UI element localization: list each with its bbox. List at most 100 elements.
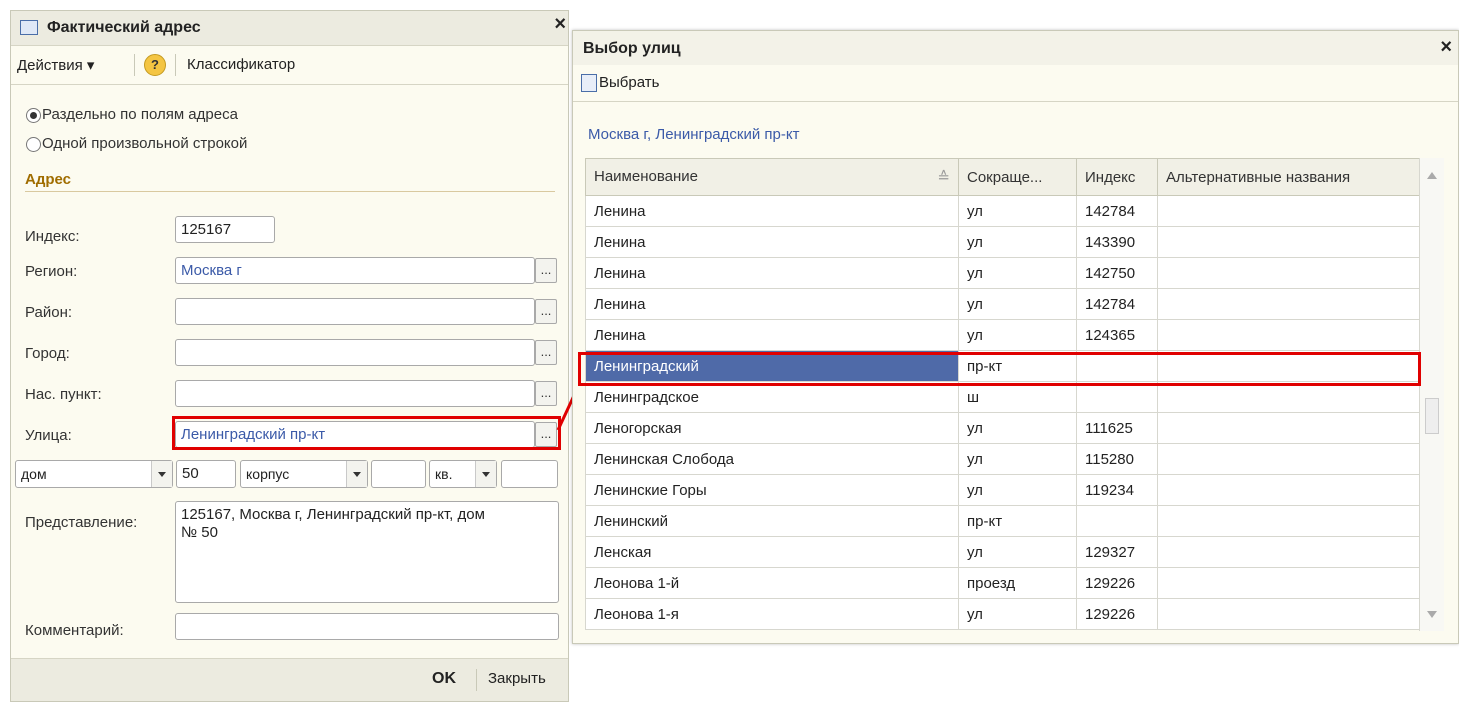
street-field[interactable]: Ленинградский пр-кт	[175, 421, 535, 448]
select-button[interactable]: Выбрать	[599, 74, 659, 91]
building-number-field[interactable]	[371, 460, 426, 488]
table-row[interactable]: Ленина ул 143390	[585, 226, 1420, 258]
table-row[interactable]: Леонова 1-й проезд 129226	[585, 567, 1420, 599]
cell-abbr: пр-кт	[958, 350, 1077, 382]
address-dialog-footer: OK Закрыть	[11, 658, 568, 701]
city-field[interactable]	[175, 339, 535, 366]
table-row[interactable]: Ленина ул 142750	[585, 257, 1420, 289]
table-row[interactable]: Ленская ул 129327	[585, 536, 1420, 568]
cell-alt-names	[1157, 226, 1420, 258]
cell-index	[1076, 350, 1158, 382]
close-icon[interactable]: ×	[1440, 36, 1452, 59]
flat-number-field[interactable]	[501, 460, 558, 488]
cell-name: Ленина	[585, 288, 959, 320]
cell-name: Ленина	[585, 257, 959, 289]
table-scrollbar[interactable]	[1419, 158, 1444, 631]
region-select-button[interactable]: ...	[535, 258, 557, 283]
cell-index: 142784	[1076, 195, 1158, 227]
scroll-up-icon[interactable]	[1427, 172, 1437, 179]
close-button[interactable]: Закрыть	[488, 670, 546, 687]
address-dialog: Фактический адрес × Действия ▾ ? Классиф…	[10, 10, 569, 702]
select-icon	[581, 74, 597, 92]
cell-name: Ленина	[585, 226, 959, 258]
chevron-down-icon[interactable]	[151, 461, 172, 487]
help-icon[interactable]: ?	[144, 54, 166, 76]
presentation-field[interactable]: 125167, Москва г, Ленинградский пр-кт, д…	[175, 501, 559, 603]
ok-button[interactable]: OK	[432, 670, 456, 688]
locality-field[interactable]	[175, 380, 535, 407]
cell-name: Ленская	[585, 536, 959, 568]
cell-index: 142784	[1076, 288, 1158, 320]
cell-index	[1076, 381, 1158, 413]
table-row[interactable]: Ленинская Слобода ул 115280	[585, 443, 1420, 475]
table-row[interactable]: Ленинградское ш	[585, 381, 1420, 413]
actions-menu[interactable]: Действия ▾	[17, 56, 94, 74]
table-header-row: Наименование ≙ Сокраще... Индекс Альтерна…	[585, 158, 1420, 196]
cell-abbr: ул	[958, 536, 1077, 568]
street-picker-dialog: Выбор улиц × Выбрать Москва г, Ленинград…	[572, 30, 1459, 644]
cell-abbr: ш	[958, 381, 1077, 413]
district-select-button[interactable]: ...	[535, 299, 557, 324]
cell-alt-names	[1157, 195, 1420, 227]
table-row[interactable]: Ленина ул 124365	[585, 319, 1420, 351]
cell-abbr: ул	[958, 226, 1077, 258]
streets-table: Наименование ≙ Сокраще... Индекс Альтерна…	[585, 158, 1420, 630]
index-label: Индекс:	[25, 228, 80, 245]
cell-index: 111625	[1076, 412, 1158, 444]
comment-label: Комментарий:	[25, 622, 124, 639]
district-field[interactable]	[175, 298, 535, 325]
cell-abbr: ул	[958, 195, 1077, 227]
table-row[interactable]: Ленинградский пр-кт	[585, 350, 1420, 382]
table-row[interactable]: Ленина ул 142784	[585, 195, 1420, 227]
cell-abbr: ул	[958, 412, 1077, 444]
chevron-down-icon[interactable]	[475, 461, 496, 487]
scroll-down-icon[interactable]	[1427, 611, 1437, 618]
table-row[interactable]: Леногорская ул 111625	[585, 412, 1420, 444]
cell-alt-names	[1157, 381, 1420, 413]
address-dialog-titlebar[interactable]: Фактический адрес ×	[11, 11, 568, 46]
column-header-abbr[interactable]: Сокраще...	[958, 158, 1077, 196]
index-field[interactable]: 125167	[175, 216, 275, 243]
table-row[interactable]: Ленинский пр-кт	[585, 505, 1420, 537]
cell-index: 129226	[1076, 567, 1158, 599]
comment-field[interactable]	[175, 613, 559, 640]
classifier-button[interactable]: Классификатор	[187, 56, 295, 73]
column-header-name[interactable]: Наименование ≙	[585, 158, 959, 196]
column-header-index[interactable]: Индекс	[1076, 158, 1158, 196]
street-dialog-titlebar[interactable]: Выбор улиц ×	[573, 31, 1458, 65]
house-type-select[interactable]: дом	[15, 460, 173, 488]
cell-index: 129226	[1076, 598, 1158, 630]
house-number-field[interactable]: 50	[176, 460, 236, 488]
breadcrumb[interactable]: Москва г, Ленинградский пр-кт	[588, 126, 799, 143]
column-header-alt-names[interactable]: Альтернативные названия	[1157, 158, 1420, 196]
mode-string-label: Одной произвольной строкой	[42, 135, 248, 152]
mode-fields-radio[interactable]	[26, 108, 41, 123]
cell-index: 119234	[1076, 474, 1158, 506]
address-section-title: Адрес	[25, 171, 72, 188]
city-select-button[interactable]: ...	[535, 340, 557, 365]
close-icon[interactable]: ×	[554, 13, 566, 36]
presentation-label: Представление:	[25, 514, 138, 531]
cell-alt-names	[1157, 598, 1420, 630]
toolbar-divider	[175, 54, 176, 76]
sort-icon: ≙	[937, 169, 950, 186]
mode-string-radio[interactable]	[26, 137, 41, 152]
cell-abbr: ул	[958, 257, 1077, 289]
table-row[interactable]: Ленинские Горы ул 119234	[585, 474, 1420, 506]
cell-abbr: проезд	[958, 567, 1077, 599]
cell-index: 142750	[1076, 257, 1158, 289]
flat-type-select[interactable]: кв.	[429, 460, 497, 488]
address-toolbar: Действия ▾ ? Классификатор	[11, 46, 568, 85]
street-dialog-title: Выбор улиц	[583, 40, 681, 57]
cell-name: Леногорская	[585, 412, 959, 444]
region-field[interactable]: Москва г	[175, 257, 535, 284]
cell-alt-names	[1157, 505, 1420, 537]
cell-name: Ленинские Горы	[585, 474, 959, 506]
scroll-thumb[interactable]	[1425, 398, 1439, 434]
table-row[interactable]: Ленина ул 142784	[585, 288, 1420, 320]
chevron-down-icon[interactable]	[346, 461, 367, 487]
cell-name: Леонова 1-я	[585, 598, 959, 630]
table-row[interactable]: Леонова 1-я ул 129226	[585, 598, 1420, 630]
building-type-select[interactable]: корпус	[240, 460, 368, 488]
cell-abbr: ул	[958, 474, 1077, 506]
